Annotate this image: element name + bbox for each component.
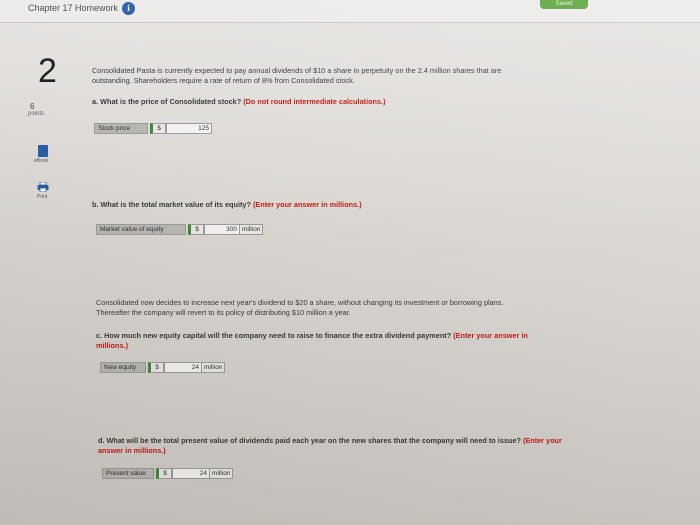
intro-line-1: Consolidated Pasta is currently expected…	[92, 66, 502, 75]
part-a-answer-label: Stock price	[94, 123, 148, 134]
scenario-line-2: Thereafter the company will revert to it…	[96, 308, 351, 317]
question-number: 2	[38, 52, 57, 90]
intro-line-2: outstanding. Shareholders require a rate…	[92, 76, 355, 85]
part-a-answer-row: Stock price $ 125	[94, 123, 212, 134]
part-c-answer-label: New equity	[100, 362, 146, 373]
part-d-note: (Enter your	[522, 436, 562, 445]
homework-screen: Chapter 17 Homework i Saved 2 6 points e…	[0, 0, 700, 525]
part-c-prompt-line: c. How much new equity capital will the …	[96, 331, 528, 341]
part-c-note: (Enter your answer in	[453, 331, 528, 340]
part-d-currency: $	[156, 468, 172, 479]
part-d-unit: million	[210, 468, 234, 479]
part-c-unit: million	[202, 362, 226, 373]
part-c-currency: $	[148, 362, 164, 373]
part-d-answer-input[interactable]: 24	[172, 468, 210, 479]
part-b-unit: million	[240, 224, 264, 235]
part-c-note-line-2: millions.)	[96, 341, 129, 350]
question-sidebar: 2 6 points eBook Print	[0, 22, 82, 525]
part-d-prompt-line: d. What will be the total present value …	[98, 436, 562, 446]
part-d-answer-row: Present value $ 24 million	[102, 468, 234, 479]
points-value: 6	[30, 102, 35, 111]
part-d-prompt: d. What will be the total present value …	[98, 436, 521, 445]
part-a-prompt: a. What is the price of Consolidated sto…	[92, 97, 242, 106]
part-b-prompt: b. What is the total market value of its…	[92, 200, 251, 209]
part-a-currency: $	[150, 123, 166, 134]
part-b-answer-input[interactable]: 300	[204, 224, 240, 235]
part-a-note: (Do not round intermediate calculations.…	[243, 97, 386, 106]
print-label[interactable]: Print	[37, 194, 47, 200]
part-b-answer-label: Market value of equity	[96, 224, 186, 235]
points-label: points	[28, 111, 45, 117]
part-b-answer-row: Market value of equity $ 300 million	[96, 224, 264, 235]
part-a-answer-input[interactable]: 125	[166, 123, 212, 134]
info-icon[interactable]: i	[122, 2, 135, 15]
saved-button[interactable]: Saved	[540, 0, 588, 9]
part-d-answer-label: Present value	[102, 468, 154, 479]
part-b-prompt-line: b. What is the total market value of its…	[92, 200, 362, 210]
part-c-prompt: c. How much new equity capital will the …	[96, 331, 452, 340]
question-content: Consolidated Pasta is currently expected…	[88, 22, 700, 525]
part-a-prompt-line: a. What is the price of Consolidated sto…	[92, 97, 386, 107]
scenario-line-1: Consolidated now decides to increase nex…	[96, 298, 504, 307]
part-b-currency: $	[188, 224, 204, 235]
part-c-answer-row: New equity $ 24 million	[100, 362, 226, 373]
ebook-label[interactable]: eBook	[34, 158, 48, 164]
part-b-note: (Enter your answer in millions.)	[252, 200, 362, 209]
print-icon[interactable]	[37, 182, 49, 192]
top-bar: Chapter 17 Homework i Saved	[0, 0, 700, 23]
part-d-note-line-2: answer in millions.)	[98, 446, 166, 455]
part-c-answer-input[interactable]: 24	[164, 362, 202, 373]
assignment-title: Chapter 17 Homework	[28, 3, 119, 13]
ebook-icon[interactable]	[38, 145, 48, 157]
